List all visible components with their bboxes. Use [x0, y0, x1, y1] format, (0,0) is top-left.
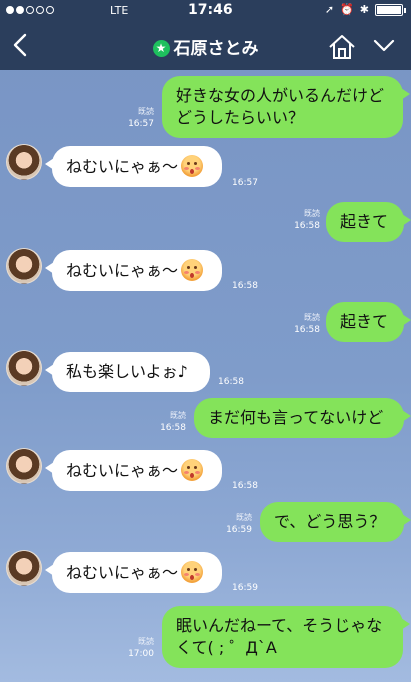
menu-chevron-down-icon[interactable]: [372, 36, 396, 56]
message-bubble-received[interactable]: ねむいにゃぁ〜: [45, 552, 222, 593]
message-text-line: どうしたらいい？: [176, 108, 305, 127]
read-receipt: 既読: [304, 209, 320, 218]
message-bubble-sent[interactable]: 起きて: [326, 302, 411, 342]
message-text: 私も楽しいよぉ♪: [66, 362, 188, 381]
message-time: 16:58: [232, 281, 258, 291]
message-bubble-sent[interactable]: 好きな女の人がいるんだけど どうしたらいい？: [162, 76, 410, 138]
contact-avatar[interactable]: [6, 350, 42, 386]
blush-face-emoji-icon: [181, 459, 204, 481]
message-time: 16:57: [128, 119, 154, 129]
message-text-line: くて( ; ゜Д`A: [176, 638, 277, 657]
message-bubble-sent[interactable]: 起きて: [326, 202, 411, 242]
message-time: 16:59: [232, 583, 258, 593]
location-arrow-icon: ➚: [324, 3, 335, 16]
carrier-label: LTE: [110, 4, 129, 17]
message-bubble-received[interactable]: ねむいにゃぁ〜: [45, 450, 222, 491]
message-meta: 既読 16:57: [118, 106, 154, 130]
message-time: 16:59: [226, 525, 252, 535]
blush-face-emoji-icon: [181, 561, 204, 583]
message-meta: 既読 16:58: [150, 410, 186, 434]
read-receipt: 既読: [138, 107, 154, 116]
message-bubble-sent[interactable]: で、どう思う？: [260, 502, 411, 542]
message-text: で、どう思う？: [274, 512, 386, 531]
contact-avatar[interactable]: [6, 248, 42, 284]
home-icon[interactable]: [328, 34, 356, 60]
contact-avatar[interactable]: [6, 144, 42, 180]
message-text-line: 眠いんだねーて、そうじゃな: [176, 616, 383, 635]
message-bubble-received[interactable]: 私も楽しいよぉ♪: [45, 352, 210, 392]
message-meta: 既読 16:58: [284, 312, 320, 336]
message-bubble-received[interactable]: ねむいにゃぁ〜: [45, 250, 222, 291]
message-meta: 既読 16:59: [216, 512, 252, 536]
message-time: 16:58: [160, 423, 186, 433]
message-bubble-sent[interactable]: まだ何も言ってないけど: [194, 398, 411, 438]
message-text: 起きて: [340, 312, 389, 331]
bluetooth-icon: ✱: [359, 3, 369, 16]
message-text: 起きて: [340, 212, 389, 231]
message-time: 16:57: [232, 178, 258, 188]
read-receipt: 既読: [138, 637, 154, 646]
message-bubble-received[interactable]: ねむいにゃぁ〜: [45, 146, 222, 187]
message-text: ねむいにゃぁ〜: [66, 261, 179, 280]
battery-icon: [375, 3, 406, 16]
message-text: ねむいにゃぁ〜: [66, 157, 179, 176]
message-time: 17:00: [128, 649, 154, 659]
read-receipt: 既読: [170, 411, 186, 420]
message-time: 16:58: [218, 377, 244, 387]
message-time: 16:58: [294, 221, 320, 231]
message-text: まだ何も言ってないけど: [208, 408, 384, 427]
message-bubble-sent[interactable]: 眠いんだねーて、そうじゃな くて( ; ゜Д`A: [162, 606, 410, 668]
message-meta: 既読 17:00: [118, 636, 154, 660]
blush-face-emoji-icon: [181, 155, 204, 177]
message-meta: 既読 16:58: [284, 208, 320, 232]
message-time: 16:58: [294, 325, 320, 335]
chat-header: ★ 石原さとみ: [0, 22, 411, 70]
contact-name: 石原さとみ: [173, 39, 259, 59]
message-text: ねむいにゃぁ〜: [66, 461, 179, 480]
contact-avatar[interactable]: [6, 550, 42, 586]
blush-face-emoji-icon: [181, 259, 204, 281]
status-time: 17:46: [188, 2, 233, 18]
message-time: 16:58: [232, 481, 258, 491]
message-text: ねむいにゃぁ〜: [66, 563, 179, 582]
status-bar: LTE 17:46 ➚ ⏰ ✱: [0, 0, 411, 22]
read-receipt: 既読: [236, 513, 252, 522]
signal-strength-icon: [6, 6, 54, 14]
contact-avatar[interactable]: [6, 448, 42, 484]
message-text-line: 好きな女の人がいるんだけど: [176, 86, 385, 105]
chat-screen: LTE 17:46 ➚ ⏰ ✱ ★ 石原さとみ 既読 16:57 好きな女の人がい…: [0, 0, 411, 682]
alarm-icon: ⏰: [340, 3, 354, 16]
official-star-icon: ★: [152, 40, 170, 57]
read-receipt: 既読: [304, 313, 320, 322]
